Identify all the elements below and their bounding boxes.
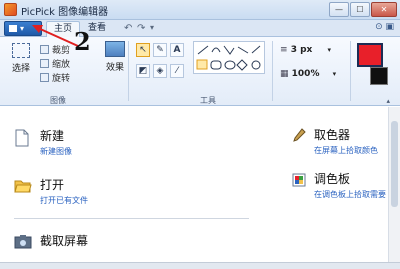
line-size-value: 3 px <box>290 45 313 55</box>
secondary-color-swatch[interactable] <box>370 67 388 85</box>
new-page-icon <box>15 129 29 147</box>
undo-icon[interactable]: ↶ <box>124 23 132 34</box>
new-image-title: 新建 <box>40 129 65 143</box>
primary-color-swatch[interactable] <box>357 43 383 67</box>
new-image-subtitle: 新建图像 <box>40 147 72 156</box>
ribbon-separator <box>272 41 273 101</box>
image-group-label: 图像 <box>50 96 66 105</box>
section-divider <box>14 218 249 219</box>
close-button[interactable]: ✕ <box>371 2 397 17</box>
text-icon[interactable]: A <box>170 43 184 57</box>
pencil-icon[interactable]: ✎ <box>153 43 167 57</box>
vertical-scrollbar[interactable] <box>388 107 400 269</box>
window-controls: — ☐ ✕ <box>329 2 397 17</box>
color-palette-title: 调色板 <box>314 172 351 186</box>
rotate-icon <box>40 73 49 82</box>
shapes-icon <box>196 45 261 71</box>
pointer-icon[interactable]: ↖ <box>136 43 150 57</box>
ribbon-separator <box>350 41 351 101</box>
open-file-subtitle: 打开已有文件 <box>40 196 88 205</box>
shapes-gallery[interactable] <box>193 41 265 74</box>
chevron-down-icon: ▾ <box>332 70 337 78</box>
annotation-number: 2 <box>74 27 91 56</box>
tools-group-label: 工具 <box>200 96 216 105</box>
status-bar <box>0 262 400 269</box>
ribbon-separator <box>128 41 129 101</box>
chevron-down-icon: ▾ <box>327 46 331 54</box>
color-palette-icon <box>292 173 306 187</box>
fill-icon[interactable]: ◈ <box>153 64 167 78</box>
maximize-button[interactable]: ☐ <box>350 2 370 17</box>
opacity-icon: ▦ <box>280 69 289 79</box>
scrollbar-thumb[interactable] <box>391 121 398 207</box>
eraser-icon[interactable]: ◩ <box>136 64 150 78</box>
ribbon-collapse-icon[interactable]: ▴ <box>386 97 390 105</box>
open-file-title: 打开 <box>40 178 65 192</box>
color-picker-icon <box>293 128 306 142</box>
screen-capture-title: 截取屏幕 <box>40 234 89 248</box>
annotation-arrow <box>32 25 79 47</box>
redo-icon[interactable]: ↷ <box>137 23 145 34</box>
help-icon[interactable]: ⊙ ▣ <box>375 22 394 32</box>
rotate-button[interactable]: 旋转 <box>40 71 70 84</box>
quick-access-more-icon[interactable]: ▾ <box>150 23 154 32</box>
color-picker-subtitle: 在屏幕上拾取颜色 <box>314 146 378 155</box>
rotate-label: 旋转 <box>52 74 71 84</box>
open-folder-icon <box>14 180 32 193</box>
color-palette-subtitle: 在调色板上拾取需要 <box>314 190 386 199</box>
screen-capture-icon <box>14 235 32 249</box>
eyedropper-icon[interactable]: ⁄ <box>170 64 184 78</box>
color-picker-title: 取色器 <box>314 128 351 142</box>
opacity-selector[interactable]: ▦ 100% ▾ <box>280 69 336 79</box>
line-size-selector[interactable]: ≡ 3 px ▾ <box>280 45 331 55</box>
line-size-icon: ≡ <box>280 45 288 55</box>
minimize-button[interactable]: — <box>329 2 349 17</box>
opacity-value: 100% <box>291 69 320 79</box>
